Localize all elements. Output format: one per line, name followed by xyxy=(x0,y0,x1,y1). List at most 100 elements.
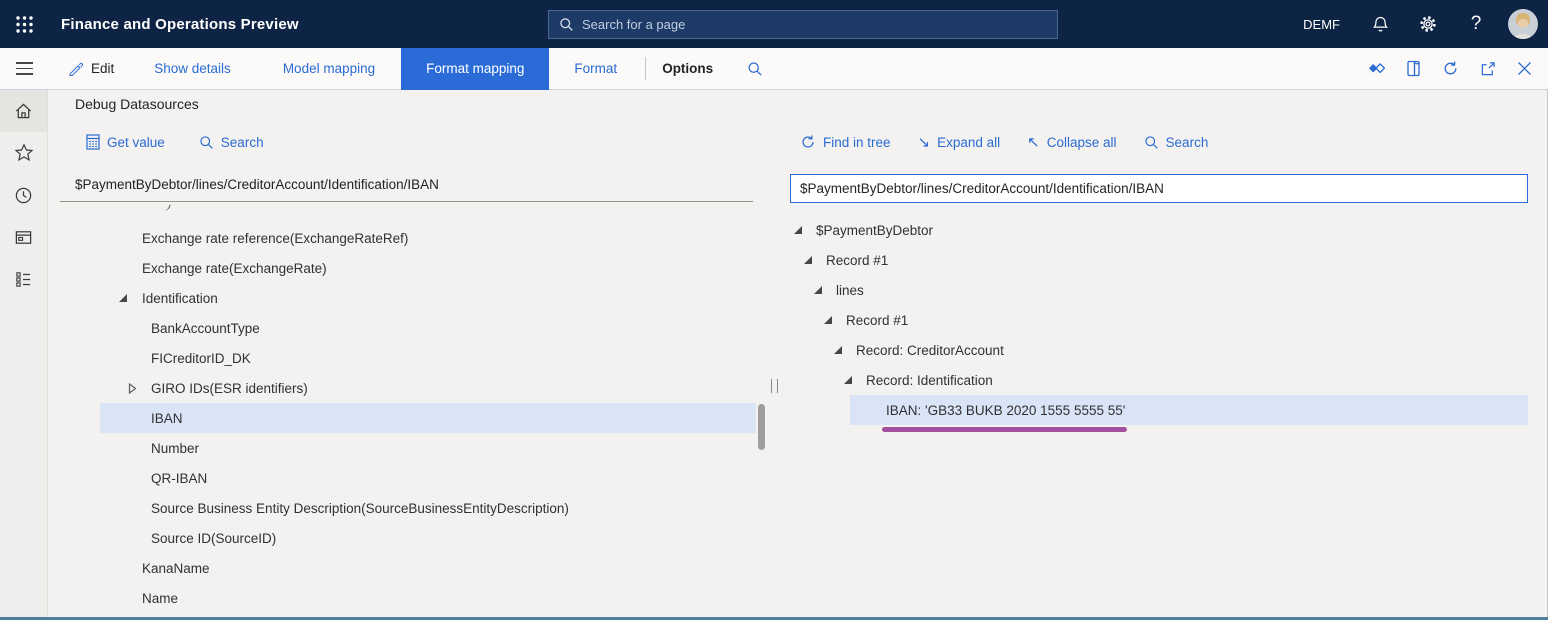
tab-model-mapping[interactable]: Model mapping xyxy=(279,48,379,90)
tree-item-selected[interactable]: IBAN xyxy=(100,403,756,433)
panel-splitter-grip[interactable] xyxy=(771,379,778,393)
search-icon xyxy=(1144,135,1159,150)
data-preview-tree: $PaymentByDebtorRecord #1linesRecord #1R… xyxy=(790,215,1528,425)
search-icon xyxy=(559,17,574,32)
tree-item[interactable]: Source Business Entity Description(Sourc… xyxy=(100,493,756,523)
collapse-node-toggle-icon[interactable] xyxy=(810,286,836,294)
left-search-label: Search xyxy=(221,135,264,150)
tree-item[interactable]: Name xyxy=(100,583,756,613)
tree-item[interactable]: lines xyxy=(810,275,1528,305)
waffle-grid-icon xyxy=(15,15,34,34)
format-label: Format xyxy=(574,61,617,76)
collapse-node-toggle-icon[interactable] xyxy=(830,346,856,354)
tree-item-label: BankAccountType xyxy=(151,321,260,336)
related-info-diamonds-icon[interactable] xyxy=(1358,48,1395,90)
command-bar-divider xyxy=(645,57,646,80)
collapse-node-toggle-icon[interactable] xyxy=(800,256,826,264)
tree-path-input[interactable] xyxy=(790,174,1528,203)
collapse-node-toggle-icon[interactable] xyxy=(108,294,142,302)
nav-recent[interactable] xyxy=(0,174,47,216)
collapse-node-toggle-icon[interactable] xyxy=(790,226,816,234)
tree-item[interactable]: Record: Identification xyxy=(840,365,1528,395)
left-tree-scrollbar-thumb[interactable] xyxy=(758,404,765,450)
help-icon[interactable]: ? xyxy=(1452,0,1500,48)
expand-all-icon: ↘ xyxy=(918,135,931,150)
search-input[interactable] xyxy=(582,17,1047,32)
debug-datasources-page: Debug Datasources Get value xyxy=(48,90,1548,620)
tree-item[interactable]: QR-IBAN xyxy=(100,463,756,493)
command-search-icon[interactable] xyxy=(743,48,767,90)
tree-item-label: GIRO IDs(ESR identifiers) xyxy=(151,381,308,396)
tree-item[interactable]: Record #1 xyxy=(800,245,1528,275)
notifications-bell-icon[interactable] xyxy=(1356,0,1404,48)
refresh-icon[interactable] xyxy=(1432,48,1469,90)
left-search-button[interactable]: Search xyxy=(199,132,264,152)
nav-home[interactable] xyxy=(0,90,47,132)
hamburger-menu-icon[interactable] xyxy=(0,48,48,90)
command-bar-right-icons xyxy=(1358,48,1548,90)
tree-item-label: Name xyxy=(142,591,178,606)
get-value-button[interactable]: Get value xyxy=(86,132,165,152)
tree-item[interactable]: Exchange rate reference(ExchangeRateRef) xyxy=(100,223,756,253)
collapse-node-toggle-icon[interactable] xyxy=(840,376,866,384)
expand-node-toggle-icon[interactable] xyxy=(117,383,151,394)
home-icon xyxy=(14,102,33,121)
format-mapping-label: Format mapping xyxy=(426,61,524,76)
tree-item-label: Record: CreditorAccount xyxy=(856,343,1004,358)
tree-item[interactable]: KanaName xyxy=(100,553,756,583)
topbar-right-cluster: DEMF ? xyxy=(1303,0,1548,48)
datasource-path-field[interactable]: $PaymentByDebtor/lines/CreditorAccount/I… xyxy=(60,174,753,202)
find-in-tree-button[interactable]: Find in tree xyxy=(800,132,891,152)
tree-item-label: Source Business Entity Description(Sourc… xyxy=(151,501,569,516)
tree-item[interactable]: Identification xyxy=(100,283,756,313)
collapse-node-toggle-icon[interactable] xyxy=(820,316,846,324)
iban-value-underline-marker xyxy=(882,427,1127,432)
task-guide-book-icon[interactable] xyxy=(1395,48,1432,90)
close-icon[interactable] xyxy=(1506,48,1543,90)
collapse-all-label: Collapse all xyxy=(1047,135,1117,150)
tree-item-label: Record #1 xyxy=(826,253,888,268)
show-details-button[interactable]: Show details xyxy=(150,48,235,90)
tree-item[interactable]: Record #1 xyxy=(820,305,1528,335)
tree-item[interactable]: Record: CreditorAccount xyxy=(830,335,1528,365)
nav-modules[interactable] xyxy=(0,258,47,300)
tree-item[interactable]: GIRO IDs(ESR identifiers) xyxy=(100,373,756,403)
tab-format[interactable]: Format xyxy=(570,48,621,90)
pencil-icon xyxy=(68,61,83,76)
tree-item-label: Exchange rate(ExchangeRate) xyxy=(142,261,327,276)
edit-button[interactable]: Edit xyxy=(64,48,118,90)
tab-format-mapping-active[interactable]: Format mapping xyxy=(401,48,549,90)
open-in-new-window-icon[interactable] xyxy=(1469,48,1506,90)
collapse-all-icon: ↖ xyxy=(1027,135,1040,150)
tree-item-label: Source ID(SourceID) xyxy=(151,531,276,546)
global-search-box[interactable] xyxy=(548,10,1058,39)
tree-item-label: QR-IBAN xyxy=(151,471,207,486)
modules-list-icon xyxy=(14,270,33,289)
tree-item-label: FICreditorID_DK xyxy=(151,351,251,366)
tree-item-label: IBAN xyxy=(151,411,183,426)
nav-favorites[interactable] xyxy=(0,132,47,174)
tree-item[interactable]: FICreditorID_DK xyxy=(100,343,756,373)
tree-item[interactable]: Number xyxy=(100,433,756,463)
app-title[interactable]: Finance and Operations Preview xyxy=(61,16,299,33)
right-search-label: Search xyxy=(1166,135,1209,150)
company-selector[interactable]: DEMF xyxy=(1303,17,1340,32)
nav-workspaces[interactable] xyxy=(0,216,47,258)
tab-options[interactable]: Options xyxy=(658,48,717,90)
tree-item[interactable]: Source ID(SourceID) xyxy=(100,523,756,553)
tree-item[interactable]: Exchange rate(ExchangeRate) xyxy=(100,253,756,283)
tree-item-selected[interactable]: IBAN: 'GB33 BUKB 2020 1555 5555 55' xyxy=(850,395,1528,425)
right-search-button[interactable]: Search xyxy=(1144,132,1209,152)
tree-item[interactable]: $PaymentByDebtor xyxy=(790,215,1528,245)
right-panel-actions: Find in tree ↘ Expand all ↖ Collapse all… xyxy=(800,132,1208,152)
datasource-tree: Exchange rate reference(ExchangeRateRef)… xyxy=(100,203,756,613)
tree-item-label: IBAN: 'GB33 BUKB 2020 1555 5555 55' xyxy=(886,403,1125,418)
user-avatar[interactable] xyxy=(1500,0,1546,48)
app-window: Finance and Operations Preview DEMF xyxy=(0,0,1548,620)
get-value-label: Get value xyxy=(107,135,165,150)
tree-item[interactable]: BankAccountType xyxy=(100,313,756,343)
settings-gear-icon[interactable] xyxy=(1404,0,1452,48)
expand-all-button[interactable]: ↘ Expand all xyxy=(918,132,1001,152)
waffle-menu-icon[interactable] xyxy=(0,0,48,48)
collapse-all-button[interactable]: ↖ Collapse all xyxy=(1027,132,1116,152)
